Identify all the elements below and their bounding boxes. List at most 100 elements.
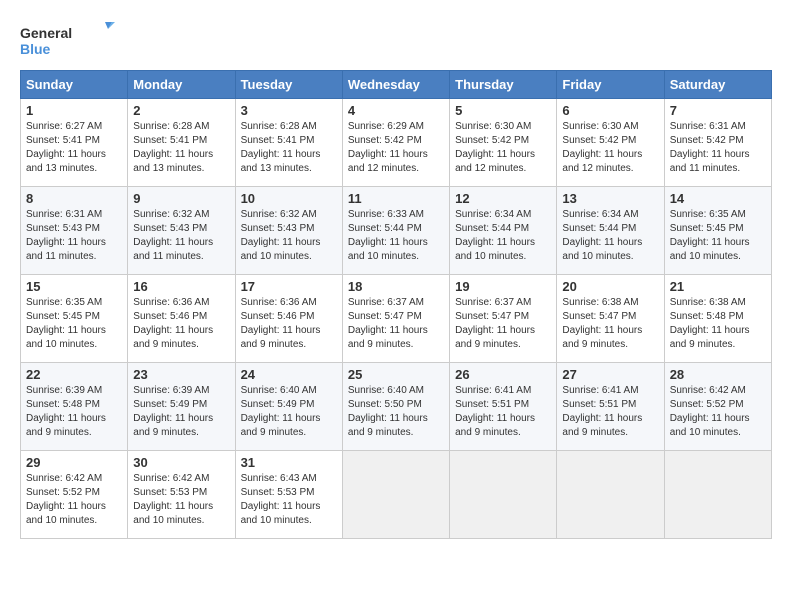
day-info: Sunrise: 6:38 AMSunset: 5:47 PMDaylight:…	[562, 297, 642, 350]
calendar-week-row: 8 Sunrise: 6:31 AMSunset: 5:43 PMDayligh…	[21, 187, 772, 275]
svg-text:General: General	[20, 25, 72, 41]
calendar-day-cell: 14 Sunrise: 6:35 AMSunset: 5:45 PMDaylig…	[664, 187, 771, 275]
day-info: Sunrise: 6:33 AMSunset: 5:44 PMDaylight:…	[348, 209, 428, 262]
calendar-day-cell: 26 Sunrise: 6:41 AMSunset: 5:51 PMDaylig…	[450, 363, 557, 451]
day-info: Sunrise: 6:37 AMSunset: 5:47 PMDaylight:…	[455, 297, 535, 350]
calendar-day-cell: 7 Sunrise: 6:31 AMSunset: 5:42 PMDayligh…	[664, 99, 771, 187]
day-info: Sunrise: 6:36 AMSunset: 5:46 PMDaylight:…	[241, 297, 321, 350]
day-number: 26	[455, 367, 551, 382]
day-info: Sunrise: 6:42 AMSunset: 5:52 PMDaylight:…	[26, 473, 106, 526]
calendar-week-row: 1 Sunrise: 6:27 AMSunset: 5:41 PMDayligh…	[21, 99, 772, 187]
day-number: 13	[562, 191, 658, 206]
calendar-day-header: Tuesday	[235, 71, 342, 99]
day-number: 21	[670, 279, 766, 294]
day-number: 11	[348, 191, 444, 206]
calendar-day-cell: 22 Sunrise: 6:39 AMSunset: 5:48 PMDaylig…	[21, 363, 128, 451]
day-number: 7	[670, 103, 766, 118]
day-number: 8	[26, 191, 122, 206]
day-number: 27	[562, 367, 658, 382]
day-number: 25	[348, 367, 444, 382]
calendar-day-cell	[664, 451, 771, 539]
calendar-header-row: SundayMondayTuesdayWednesdayThursdayFrid…	[21, 71, 772, 99]
calendar-day-cell: 2 Sunrise: 6:28 AMSunset: 5:41 PMDayligh…	[128, 99, 235, 187]
calendar-day-cell	[450, 451, 557, 539]
day-info: Sunrise: 6:29 AMSunset: 5:42 PMDaylight:…	[348, 121, 428, 174]
day-info: Sunrise: 6:42 AMSunset: 5:53 PMDaylight:…	[133, 473, 213, 526]
calendar-day-cell: 17 Sunrise: 6:36 AMSunset: 5:46 PMDaylig…	[235, 275, 342, 363]
day-info: Sunrise: 6:42 AMSunset: 5:52 PMDaylight:…	[670, 385, 750, 438]
day-number: 2	[133, 103, 229, 118]
day-number: 30	[133, 455, 229, 470]
day-number: 14	[670, 191, 766, 206]
calendar-week-row: 15 Sunrise: 6:35 AMSunset: 5:45 PMDaylig…	[21, 275, 772, 363]
day-number: 23	[133, 367, 229, 382]
svg-text:Blue: Blue	[20, 41, 51, 57]
header: General Blue	[20, 20, 772, 60]
calendar-day-cell	[557, 451, 664, 539]
calendar-day-cell: 8 Sunrise: 6:31 AMSunset: 5:43 PMDayligh…	[21, 187, 128, 275]
day-info: Sunrise: 6:32 AMSunset: 5:43 PMDaylight:…	[241, 209, 321, 262]
day-info: Sunrise: 6:30 AMSunset: 5:42 PMDaylight:…	[562, 121, 642, 174]
day-number: 24	[241, 367, 337, 382]
calendar-week-row: 22 Sunrise: 6:39 AMSunset: 5:48 PMDaylig…	[21, 363, 772, 451]
day-info: Sunrise: 6:31 AMSunset: 5:43 PMDaylight:…	[26, 209, 106, 262]
calendar-day-cell: 25 Sunrise: 6:40 AMSunset: 5:50 PMDaylig…	[342, 363, 449, 451]
day-number: 5	[455, 103, 551, 118]
calendar-week-row: 29 Sunrise: 6:42 AMSunset: 5:52 PMDaylig…	[21, 451, 772, 539]
day-info: Sunrise: 6:27 AMSunset: 5:41 PMDaylight:…	[26, 121, 106, 174]
day-info: Sunrise: 6:34 AMSunset: 5:44 PMDaylight:…	[562, 209, 642, 262]
day-number: 18	[348, 279, 444, 294]
day-info: Sunrise: 6:35 AMSunset: 5:45 PMDaylight:…	[670, 209, 750, 262]
day-number: 22	[26, 367, 122, 382]
day-number: 12	[455, 191, 551, 206]
day-number: 9	[133, 191, 229, 206]
calendar-day-cell: 30 Sunrise: 6:42 AMSunset: 5:53 PMDaylig…	[128, 451, 235, 539]
day-info: Sunrise: 6:40 AMSunset: 5:49 PMDaylight:…	[241, 385, 321, 438]
calendar-day-cell: 4 Sunrise: 6:29 AMSunset: 5:42 PMDayligh…	[342, 99, 449, 187]
calendar-day-cell: 16 Sunrise: 6:36 AMSunset: 5:46 PMDaylig…	[128, 275, 235, 363]
day-info: Sunrise: 6:31 AMSunset: 5:42 PMDaylight:…	[670, 121, 750, 174]
calendar-day-cell: 9 Sunrise: 6:32 AMSunset: 5:43 PMDayligh…	[128, 187, 235, 275]
day-number: 31	[241, 455, 337, 470]
calendar-day-header: Sunday	[21, 71, 128, 99]
calendar-day-cell: 28 Sunrise: 6:42 AMSunset: 5:52 PMDaylig…	[664, 363, 771, 451]
day-info: Sunrise: 6:40 AMSunset: 5:50 PMDaylight:…	[348, 385, 428, 438]
calendar-day-cell: 12 Sunrise: 6:34 AMSunset: 5:44 PMDaylig…	[450, 187, 557, 275]
day-info: Sunrise: 6:30 AMSunset: 5:42 PMDaylight:…	[455, 121, 535, 174]
day-info: Sunrise: 6:41 AMSunset: 5:51 PMDaylight:…	[455, 385, 535, 438]
calendar-day-cell: 24 Sunrise: 6:40 AMSunset: 5:49 PMDaylig…	[235, 363, 342, 451]
calendar-day-cell: 20 Sunrise: 6:38 AMSunset: 5:47 PMDaylig…	[557, 275, 664, 363]
calendar-day-header: Monday	[128, 71, 235, 99]
day-info: Sunrise: 6:39 AMSunset: 5:48 PMDaylight:…	[26, 385, 106, 438]
day-info: Sunrise: 6:35 AMSunset: 5:45 PMDaylight:…	[26, 297, 106, 350]
calendar-day-cell: 6 Sunrise: 6:30 AMSunset: 5:42 PMDayligh…	[557, 99, 664, 187]
day-number: 29	[26, 455, 122, 470]
calendar-day-cell: 11 Sunrise: 6:33 AMSunset: 5:44 PMDaylig…	[342, 187, 449, 275]
day-number: 1	[26, 103, 122, 118]
day-info: Sunrise: 6:37 AMSunset: 5:47 PMDaylight:…	[348, 297, 428, 350]
day-number: 15	[26, 279, 122, 294]
day-number: 20	[562, 279, 658, 294]
calendar-day-cell: 29 Sunrise: 6:42 AMSunset: 5:52 PMDaylig…	[21, 451, 128, 539]
calendar-day-cell: 18 Sunrise: 6:37 AMSunset: 5:47 PMDaylig…	[342, 275, 449, 363]
calendar-day-header: Friday	[557, 71, 664, 99]
day-number: 3	[241, 103, 337, 118]
calendar-day-cell: 1 Sunrise: 6:27 AMSunset: 5:41 PMDayligh…	[21, 99, 128, 187]
calendar-day-cell: 10 Sunrise: 6:32 AMSunset: 5:43 PMDaylig…	[235, 187, 342, 275]
calendar-day-cell: 23 Sunrise: 6:39 AMSunset: 5:49 PMDaylig…	[128, 363, 235, 451]
day-info: Sunrise: 6:28 AMSunset: 5:41 PMDaylight:…	[241, 121, 321, 174]
logo-svg: General Blue	[20, 20, 120, 60]
day-number: 10	[241, 191, 337, 206]
day-number: 17	[241, 279, 337, 294]
logo: General Blue	[20, 20, 120, 60]
calendar-day-cell: 19 Sunrise: 6:37 AMSunset: 5:47 PMDaylig…	[450, 275, 557, 363]
calendar-day-cell: 5 Sunrise: 6:30 AMSunset: 5:42 PMDayligh…	[450, 99, 557, 187]
calendar-day-cell: 3 Sunrise: 6:28 AMSunset: 5:41 PMDayligh…	[235, 99, 342, 187]
calendar-day-cell: 15 Sunrise: 6:35 AMSunset: 5:45 PMDaylig…	[21, 275, 128, 363]
day-number: 19	[455, 279, 551, 294]
calendar: SundayMondayTuesdayWednesdayThursdayFrid…	[20, 70, 772, 539]
day-info: Sunrise: 6:28 AMSunset: 5:41 PMDaylight:…	[133, 121, 213, 174]
calendar-day-cell: 21 Sunrise: 6:38 AMSunset: 5:48 PMDaylig…	[664, 275, 771, 363]
calendar-day-cell	[342, 451, 449, 539]
calendar-day-cell: 27 Sunrise: 6:41 AMSunset: 5:51 PMDaylig…	[557, 363, 664, 451]
